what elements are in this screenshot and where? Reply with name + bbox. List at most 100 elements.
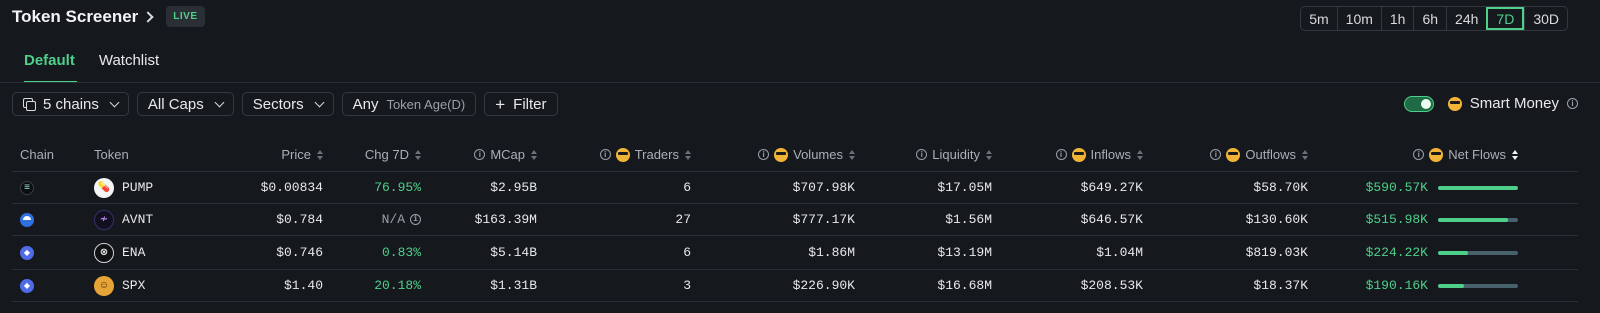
netflows-value: $224.22K: [1365, 245, 1428, 260]
token-logo-icon: 💊: [94, 177, 114, 198]
table-body: 💊 PUMP $0.00834 76.95% $2.95B 6 $707.98K $17.05…: [12, 172, 1578, 302]
table-row[interactable]: ☺ SPX $1.40 20.18% $1.31B 3 $226.90K $16.68M $20…: [12, 270, 1578, 302]
timeframe-5m[interactable]: 5m: [1301, 7, 1336, 30]
col-token-label: Token: [94, 147, 129, 162]
outflows-cell: $18.37K: [1253, 278, 1308, 293]
timeframe-selector: 5m 10m 1h 6h 24h 7D 30D: [1300, 6, 1568, 31]
timeframe-30d[interactable]: 30D: [1524, 7, 1567, 30]
info-icon[interactable]: i: [474, 149, 486, 160]
table-row[interactable]: ⊗ ENA $0.746 0.83% $5.14B 6 $1.86M $13.19M $1.04…: [12, 236, 1578, 270]
col-mcap-label: MCap: [490, 147, 525, 162]
token-cell[interactable]: ≁ AVNT: [94, 209, 234, 230]
timeframe-1h[interactable]: 1h: [1380, 7, 1414, 30]
netflows-cell: $224.22K: [1308, 245, 1518, 260]
traders-cell: 6: [683, 180, 691, 195]
timeframe-6h[interactable]: 6h: [1413, 7, 1446, 30]
info-icon[interactable]: i: [1413, 149, 1425, 160]
change-cell: 0.83%: [323, 245, 421, 260]
token-symbol: SPX: [122, 278, 146, 293]
mcap-cell: $2.95B: [490, 180, 537, 195]
change-cell: N/A i: [323, 212, 421, 227]
col-chain: Chain: [12, 147, 94, 162]
sunglasses-icon: [1447, 96, 1462, 111]
smart-money-control: Smart Money i: [1403, 95, 1578, 112]
netflows-cell: $190.16K: [1308, 278, 1518, 293]
timeframe-10m[interactable]: 10m: [1336, 7, 1381, 30]
info-icon[interactable]: i: [410, 214, 421, 225]
change-value: N/A: [381, 212, 405, 227]
traders-cell: 27: [675, 212, 691, 227]
table-row[interactable]: ≁ AVNT $0.784 N/A i $163.39M 27 $777.17K $1.56M $…: [12, 204, 1578, 236]
smart-money-label: Smart Money: [1469, 95, 1559, 112]
token-symbol: ENA: [122, 245, 146, 260]
token-logo-icon: ☺: [94, 275, 114, 296]
col-outflows[interactable]: i Outflows: [1143, 147, 1308, 162]
col-inflows[interactable]: i Inflows: [992, 147, 1143, 162]
price-cell: $1.40: [283, 278, 323, 293]
col-chg[interactable]: Chg 7D: [323, 147, 421, 162]
token-age-value: Any: [352, 95, 379, 113]
filter-button[interactable]: + Filter: [484, 92, 558, 116]
divider: [0, 82, 1600, 83]
caps-dropdown[interactable]: All Caps: [136, 92, 234, 116]
col-netflows[interactable]: i Net Flows: [1308, 147, 1518, 162]
sunglasses-icon: [1226, 147, 1241, 162]
mcap-cell: $163.39M: [474, 212, 537, 227]
chevron-down-icon: [214, 97, 225, 107]
change-value: 76.95%: [374, 180, 421, 195]
token-cell[interactable]: 💊 PUMP: [94, 177, 234, 198]
netflows-bar: [1438, 250, 1518, 255]
change-value: 0.83%: [381, 245, 421, 260]
netflows-value: $190.16K: [1365, 278, 1428, 293]
chain-cell: [12, 180, 94, 195]
netflows-cell: $590.57K: [1308, 180, 1518, 195]
tab-default[interactable]: Default: [24, 52, 77, 83]
plus-icon: +: [495, 94, 506, 114]
col-traders[interactable]: i Traders: [537, 147, 691, 162]
chevron-right-icon[interactable]: [142, 10, 154, 23]
info-icon[interactable]: i: [916, 149, 928, 160]
traders-cell: 6: [683, 245, 691, 260]
col-price[interactable]: Price: [234, 147, 323, 162]
sectors-dropdown[interactable]: Sectors: [241, 92, 334, 116]
netflows-bar: [1438, 283, 1518, 288]
info-icon[interactable]: i: [1567, 98, 1578, 109]
info-icon[interactable]: i: [1210, 149, 1222, 160]
outflows-cell: $819.03K: [1245, 245, 1308, 260]
token-cell[interactable]: ⊗ ENA: [94, 242, 234, 263]
chains-dropdown[interactable]: 5 chains: [12, 92, 129, 116]
netflows-bar-fill: [1438, 283, 1464, 288]
netflows-bar-fill: [1438, 185, 1518, 190]
info-icon[interactable]: i: [599, 149, 611, 160]
table-row[interactable]: 💊 PUMP $0.00834 76.95% $2.95B 6 $707.98K $17.05…: [12, 172, 1578, 204]
chevron-down-icon: [109, 97, 120, 107]
col-traders-label: Traders: [634, 147, 679, 162]
info-icon[interactable]: i: [1055, 149, 1067, 160]
col-volumes[interactable]: i Volumes: [691, 147, 855, 162]
table-header: Chain Token Price Chg 7D i MCap i Traders …: [12, 138, 1578, 172]
inflows-cell: $646.57K: [1080, 212, 1143, 227]
tab-watchlist[interactable]: Watchlist: [99, 52, 159, 83]
netflows-bar-fill: [1438, 250, 1469, 255]
sunglasses-icon: [1071, 147, 1086, 162]
change-value: 20.18%: [374, 278, 421, 293]
timeframe-7d[interactable]: 7D: [1486, 7, 1525, 30]
page-title: Token Screener: [12, 6, 139, 26]
mcap-cell: $1.31B: [490, 278, 537, 293]
token-cell[interactable]: ☺ SPX: [94, 275, 234, 296]
volumes-cell: $1.86M: [808, 245, 855, 260]
sunglasses-icon: [774, 147, 789, 162]
col-liquidity-label: Liquidity: [932, 147, 980, 162]
change-cell: 76.95%: [323, 180, 421, 195]
col-liquidity[interactable]: i Liquidity: [855, 147, 992, 162]
info-icon[interactable]: i: [758, 149, 770, 160]
timeframe-24h[interactable]: 24h: [1446, 7, 1486, 30]
token-age-filter[interactable]: Any Token Age(D): [341, 92, 477, 116]
sort-desc-icon: [1512, 149, 1518, 160]
col-mcap[interactable]: i MCap: [421, 147, 537, 162]
netflows-value: $515.98K: [1365, 212, 1428, 227]
col-volumes-label: Volumes: [793, 147, 843, 162]
inflows-cell: $208.53K: [1080, 278, 1143, 293]
ethereum-chain-icon: [20, 278, 34, 293]
smart-money-toggle[interactable]: [1403, 95, 1434, 112]
